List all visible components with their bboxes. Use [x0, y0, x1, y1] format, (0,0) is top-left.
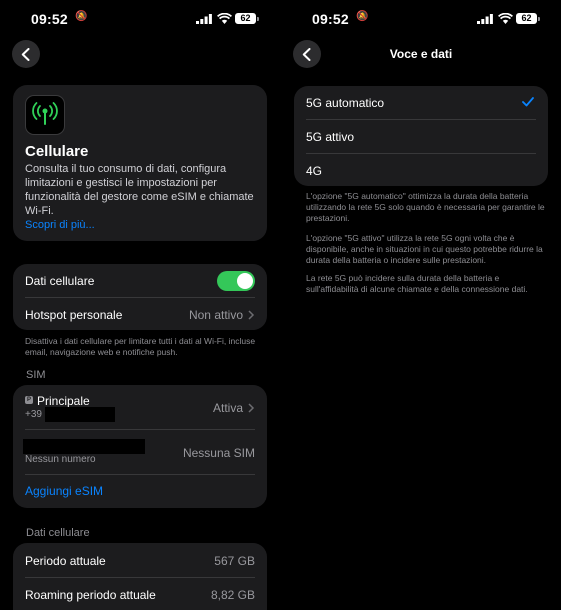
sim-secondary-status: Nessuna SIM — [182, 446, 255, 460]
silent-bell-icon: 🔕 — [356, 11, 369, 22]
sim-section-header: SIM — [26, 369, 46, 381]
status-bar: 09:52 🔕 62 — [281, 8, 561, 32]
cellular-data-card: Dati cellulare Hotspot personale Non att… — [13, 264, 267, 330]
wifi-icon — [498, 13, 513, 24]
network-options-card: 5G automatico 5G attivo 4G — [294, 86, 548, 186]
checkmark-icon — [522, 97, 534, 107]
redacted-sim-name — [23, 439, 145, 454]
cellular-data-note: Disattiva i dati cellulare per limitare … — [25, 336, 256, 357]
status-time: 09:52 — [312, 11, 349, 27]
option-4g[interactable]: 4G — [294, 154, 548, 186]
sim-primary-row[interactable]: P Principale +39 Attiva — [13, 385, 267, 429]
usage-card: Periodo attuale 567 GB Roaming periodo a… — [13, 543, 267, 610]
back-button[interactable] — [12, 40, 40, 68]
page-title: Cellulare — [25, 143, 89, 160]
note-5g-on: L'opzione "5G attivo" utilizza la rete 5… — [306, 233, 543, 265]
page-title: Voce e dati — [389, 47, 453, 61]
chevron-left-icon — [21, 48, 30, 61]
chevron-right-icon — [248, 403, 255, 413]
redacted-number — [45, 407, 115, 422]
roaming-value: 8,82 GB — [210, 588, 255, 602]
sim-primary-name: Principale — [37, 394, 90, 408]
battery-icon: 62 — [235, 13, 259, 24]
signal-icon — [477, 14, 493, 24]
status-bar: 09:52 🔕 62 — [0, 8, 280, 32]
option-label: 5G attivo — [306, 130, 355, 144]
cellular-description: Consulta il tuo consumo di dati, configu… — [25, 163, 254, 217]
cellular-settings-screen: 09:52 🔕 62 Cellulare Consulta il tuo con… — [0, 0, 280, 610]
wifi-icon — [217, 13, 232, 24]
chevron-right-icon — [248, 310, 255, 320]
sim-secondary-sub: Nessun numero — [25, 454, 96, 465]
add-esim-button[interactable]: Aggiungi eSIM — [25, 484, 255, 498]
option-label: 4G — [306, 164, 323, 178]
cellular-antenna-icon — [25, 95, 65, 135]
hotspot-row[interactable]: Hotspot personale Non attivo — [13, 298, 267, 330]
learn-more-link[interactable]: Scopri di più... — [25, 219, 95, 231]
note-5g-battery: La rete 5G può incidere sulla durata del… — [306, 273, 528, 294]
cellular-data-toggle[interactable] — [217, 271, 255, 291]
sim-primary-badge: P — [25, 396, 33, 404]
cellular-info-card: Cellulare Consulta il tuo consumo di dat… — [13, 85, 267, 241]
note-5g-auto: L'opzione "5G automatico" ottimizza la d… — [306, 191, 545, 223]
battery-icon: 62 — [516, 13, 540, 24]
option-5g-auto[interactable]: 5G automatico — [294, 86, 548, 119]
current-period-value: 567 GB — [214, 554, 255, 568]
usage-section-header: Dati cellulare — [26, 527, 90, 539]
option-5g-on[interactable]: 5G attivo — [294, 120, 548, 153]
voice-data-screen: 09:52 🔕 62 Voce e dati 5G automatico 5G … — [281, 0, 561, 610]
signal-icon — [196, 14, 212, 24]
option-label: 5G automatico — [306, 96, 385, 110]
divider — [25, 577, 255, 578]
divider — [25, 474, 255, 475]
silent-bell-icon: 🔕 — [75, 11, 88, 22]
sim-secondary-row[interactable]: Nessun numero Nessuna SIM — [13, 430, 267, 474]
hotspot-value: Non attivo — [188, 308, 243, 322]
sim-card: P Principale +39 Attiva Nessun numero Ne… — [13, 385, 267, 508]
status-time: 09:52 — [31, 11, 68, 27]
sim-primary-status: Attiva — [212, 401, 243, 415]
sim-primary-number: +39 — [25, 409, 42, 420]
